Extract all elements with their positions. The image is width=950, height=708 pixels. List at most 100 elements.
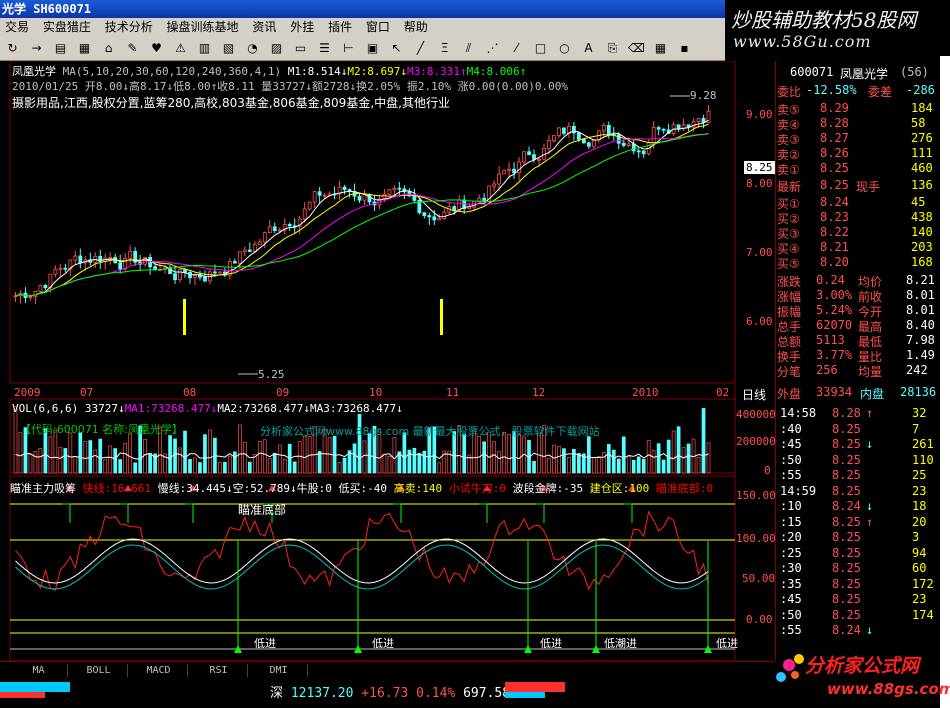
menu-item-plugins-ext[interactable]: 外挂 (285, 18, 319, 37)
tab-macd[interactable]: MACD (130, 664, 188, 677)
line-icon[interactable]: ╱ (412, 40, 429, 57)
time-axis-label: 2010 (632, 386, 659, 399)
index-pct: 0.14% (416, 686, 456, 701)
ma-legend-item: MA(5,10,20,30,60,120,240,360,4,1) (56, 65, 282, 78)
chart-canvas[interactable] (0, 60, 775, 662)
tick-row: :35 8.25 172 (776, 577, 941, 591)
forward-icon[interactable]: → (28, 40, 45, 57)
buy-row: 买② 8.23 438 (776, 210, 941, 226)
menu-item-live-hunt[interactable]: 实盘猎庄 (38, 18, 96, 37)
eraser-icon[interactable]: ⌫ (628, 40, 645, 57)
panel-icon[interactable]: ▨ (268, 40, 285, 57)
stat-row: 分笔 256 均量 242 (776, 363, 941, 379)
volume-axis-label: 0 (764, 464, 771, 477)
quote-panel: 600071 凤凰光学 (56) 委比 -12.58% 委差 -286 卖⑤ 8.… (775, 61, 940, 661)
signal-label: 低进 (540, 637, 562, 650)
menu-item-window[interactable]: 窗口 (361, 18, 395, 37)
tab-dmi[interactable]: DMI (250, 664, 308, 677)
volume-bar (58, 446, 63, 474)
candle-body (173, 273, 177, 281)
tick-volume: 23 (912, 592, 927, 606)
indicator-tabs: MA BOLL MACD RSI DMI (0, 661, 775, 678)
menu-item-help[interactable]: 帮助 (399, 18, 433, 37)
candle-body (387, 189, 392, 195)
menu-item-trade[interactable]: 交易 (0, 18, 34, 37)
volume-bar (462, 433, 467, 474)
window-icon[interactable]: ▭ (292, 40, 309, 57)
status-bar: 深 12137.20 +16.73 0.14% 697.58亿 (0, 678, 775, 708)
tab-rsi[interactable]: RSI (190, 664, 248, 677)
candle-body (43, 285, 48, 289)
candle-body (153, 266, 158, 270)
list-icon[interactable]: ☰ (316, 40, 333, 57)
candle-body (58, 267, 63, 270)
grid-icon[interactable]: ▦ (76, 40, 93, 57)
tab-boll[interactable]: BOLL (70, 664, 128, 677)
volume-bar (596, 456, 601, 474)
fan-icon[interactable]: ⋰ (484, 40, 501, 57)
menu-item-news[interactable]: 资讯 (247, 18, 281, 37)
save-icon[interactable]: ▪ (676, 40, 693, 57)
channel-icon[interactable]: ⫽ (460, 40, 477, 57)
candle-body (252, 244, 257, 252)
low-price-label: 5.25 (258, 368, 285, 381)
heart-icon[interactable]: ♥ (148, 40, 165, 57)
industry-line: 摄影用品,江西,股权分置,蓝筹280,高校,803基金,806基金,809基金,… (12, 96, 450, 110)
indicator-axis-label: 50.00 (742, 572, 776, 585)
sell-volume: 111 (911, 146, 933, 160)
candle-body (108, 257, 113, 259)
indicator-legend-item: 空:52.789↓ (232, 482, 297, 495)
fib-icon[interactable]: Ξ (436, 40, 453, 57)
layout-icon[interactable]: ▧ (220, 40, 237, 57)
bank-icon[interactable]: ⌂ (100, 40, 117, 57)
candle-body (477, 197, 482, 202)
candle-body (28, 296, 33, 299)
tick-row: :10 8.24 ↓ 18 (776, 499, 941, 513)
volume-bar (267, 458, 272, 474)
volume-bar (601, 452, 606, 474)
ruler-icon[interactable]: ⊢ (340, 40, 357, 57)
stat-value: 8.01 (906, 303, 935, 317)
color-icon[interactable]: ▦ (652, 40, 669, 57)
ellipse-icon[interactable]: ○ (556, 40, 573, 57)
parallel-icon[interactable]: ⁄ (508, 40, 525, 57)
menu-item-training-base[interactable]: 操盘训练基地 (162, 18, 244, 37)
hand-label: 现手 (856, 180, 881, 194)
calc-icon[interactable]: ▣ (364, 40, 381, 57)
copy-icon[interactable]: ⎘ (604, 40, 621, 57)
candle-body (198, 275, 202, 278)
sell-volume: 460 (911, 161, 933, 175)
tab-ma[interactable]: MA (10, 664, 68, 677)
cursor-icon[interactable]: ↖ (388, 40, 405, 57)
tick-time: :50 (780, 452, 802, 467)
tick-price: 8.25 (832, 468, 861, 482)
indicator-legend-item: 快线:16.661 (82, 482, 158, 495)
candle-body (547, 140, 551, 149)
alert-icon[interactable]: ⚠ (172, 40, 189, 57)
signal-spike (393, 503, 402, 523)
table-icon[interactable]: ▥ (196, 40, 213, 57)
menu-item-addons[interactable]: 插件 (323, 18, 357, 37)
volume-bar (238, 424, 242, 474)
buy-volume: 45 (911, 195, 926, 209)
menu-item-technical-analysis[interactable]: 技术分析 (100, 18, 158, 37)
rect-icon[interactable]: □ (532, 40, 549, 57)
logo-text: 分析家公式网 (805, 655, 920, 677)
ma20-line (15, 132, 709, 297)
pie-icon[interactable]: ◔ (244, 40, 261, 57)
latest-price: 8.25 (820, 178, 849, 192)
candle-body (512, 168, 516, 174)
stat-value: 3.77% (816, 348, 853, 362)
chart-icon[interactable]: ▤ (52, 40, 69, 57)
text-icon[interactable]: A (580, 40, 597, 57)
candle-body (367, 194, 372, 203)
candle-body (218, 271, 222, 274)
stat-row: 总额 5113 最低 7.98 (776, 333, 941, 349)
refresh-icon[interactable]: ↻ (4, 40, 21, 57)
volume-bar (621, 436, 626, 474)
signal-label: 低进 (254, 637, 276, 650)
tools-icon[interactable]: ✎ (124, 40, 141, 57)
volume-bar (497, 451, 501, 474)
indicator-legend-item: 瞄准主力吸筹 (10, 482, 83, 495)
period-label[interactable]: 日线 (742, 386, 766, 403)
